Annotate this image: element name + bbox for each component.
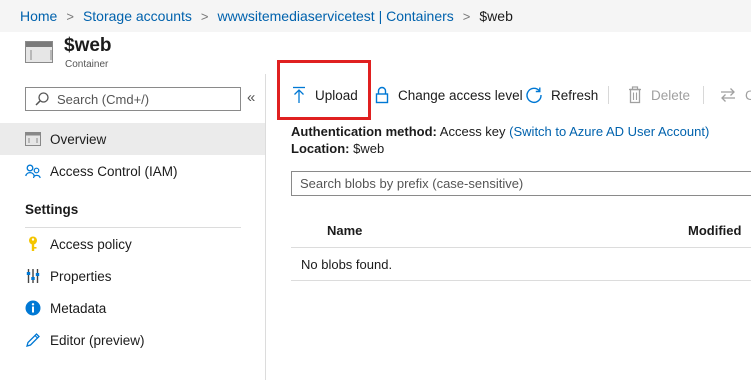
authentication-method-line: Authentication method: Access key (Switc… [291, 124, 709, 139]
container-icon [25, 131, 41, 147]
delete-label: Delete [651, 87, 691, 103]
refresh-label: Refresh [551, 87, 599, 103]
blob-search-placeholder: Search blobs by prefix (case-sensitive) [300, 176, 524, 191]
breadcrumb-containers[interactable]: wwwsitemediaservicetest | Containers [218, 8, 454, 24]
upload-highlight-box [277, 60, 371, 120]
breadcrumb-separator: > [462, 8, 471, 24]
sidebar-section-settings: Settings [25, 202, 79, 217]
key-icon [25, 236, 41, 252]
breadcrumb-current: $web [479, 8, 513, 24]
sidebar-search-placeholder: Search (Cmd+/) [57, 91, 150, 107]
sidebar-item-label: Metadata [50, 300, 107, 316]
sidebar-search-input[interactable]: Search (Cmd+/) [25, 87, 241, 111]
sidebar-item-label: Properties [50, 268, 112, 284]
location-line: Location: $web [291, 141, 384, 156]
toolbar-divider [608, 86, 609, 104]
breadcrumb-separator: > [66, 8, 74, 24]
breadcrumb-separator: > [200, 8, 209, 24]
auth-method-value: Access key [439, 124, 506, 139]
container-icon [25, 41, 53, 63]
location-value: $web [353, 141, 385, 156]
location-label: Location: [291, 141, 350, 156]
sidebar: Search (Cmd+/) « Overview Access Control… [0, 74, 266, 380]
blob-search-input[interactable]: Search blobs by prefix (case-sensitive) [291, 171, 751, 196]
collapse-sidebar-icon[interactable]: « [247, 89, 255, 106]
breadcrumb: Home > Storage accounts > wwwsitemediase… [0, 0, 751, 32]
pencil-icon [25, 332, 41, 348]
change-access-level-label: Change access level [398, 87, 523, 103]
people-icon [25, 163, 41, 179]
change-access-level-button[interactable]: Change access level [374, 84, 523, 106]
sidebar-item-properties[interactable]: Properties [0, 260, 265, 292]
lock-icon [374, 86, 390, 104]
switch-auth-link[interactable]: (Switch to Azure AD User Account) [509, 124, 709, 139]
sidebar-item-label: Editor (preview) [50, 332, 145, 348]
page-header: $web Container [0, 32, 751, 74]
column-header-modified[interactable]: Modified [688, 223, 741, 238]
toolbar-divider [703, 86, 704, 104]
page-title: $web [64, 35, 112, 56]
refresh-icon [525, 86, 543, 104]
breadcrumb-home[interactable]: Home [20, 8, 57, 24]
table-row: No blobs found. [291, 248, 751, 281]
info-icon [25, 300, 41, 316]
change-tier-label: C [745, 87, 751, 103]
empty-message: No blobs found. [301, 257, 393, 272]
delete-button[interactable]: Delete [627, 84, 690, 106]
blob-table-header: Name Modified [291, 214, 751, 248]
refresh-button[interactable]: Refresh [525, 84, 598, 106]
sidebar-item-access-control[interactable]: Access Control (IAM) [0, 155, 265, 187]
change-tier-button[interactable]: C [719, 84, 751, 106]
properties-icon [25, 268, 41, 284]
sidebar-item-label: Access policy [50, 236, 132, 252]
auth-method-label: Authentication method: [291, 124, 437, 139]
sidebar-item-access-policy[interactable]: Access policy [0, 228, 265, 260]
sidebar-item-label: Overview [50, 131, 107, 147]
page-subtitle: Container [65, 59, 109, 70]
sidebar-item-label: Access Control (IAM) [50, 163, 178, 179]
column-header-name[interactable]: Name [327, 223, 362, 238]
breadcrumb-storage-accounts[interactable]: Storage accounts [83, 8, 192, 24]
sidebar-item-metadata[interactable]: Metadata [0, 292, 265, 324]
sidebar-item-editor[interactable]: Editor (preview) [0, 324, 265, 356]
search-icon [34, 91, 50, 107]
swap-arrows-icon [719, 86, 737, 104]
sidebar-item-overview[interactable]: Overview [0, 123, 265, 155]
trash-icon [627, 86, 643, 104]
